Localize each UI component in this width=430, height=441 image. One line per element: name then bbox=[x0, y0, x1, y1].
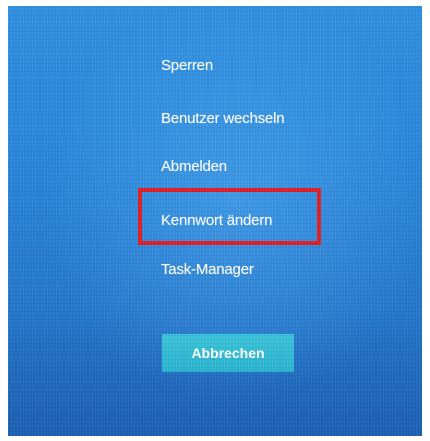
screenshot-frame: Sperren Benutzer wechseln Abmelden Kennw… bbox=[0, 0, 430, 441]
menu-item-switch-user[interactable]: Benutzer wechseln bbox=[161, 109, 285, 129]
menu-item-task-manager[interactable]: Task-Manager bbox=[161, 260, 254, 280]
menu-item-lock[interactable]: Sperren bbox=[161, 56, 213, 76]
menu-item-change-password[interactable]: Kennwort ändern bbox=[161, 211, 272, 231]
security-options-screen: Sperren Benutzer wechseln Abmelden Kennw… bbox=[8, 6, 422, 436]
cancel-button[interactable]: Abbrechen bbox=[162, 334, 294, 372]
menu-item-sign-out[interactable]: Abmelden bbox=[161, 157, 227, 177]
